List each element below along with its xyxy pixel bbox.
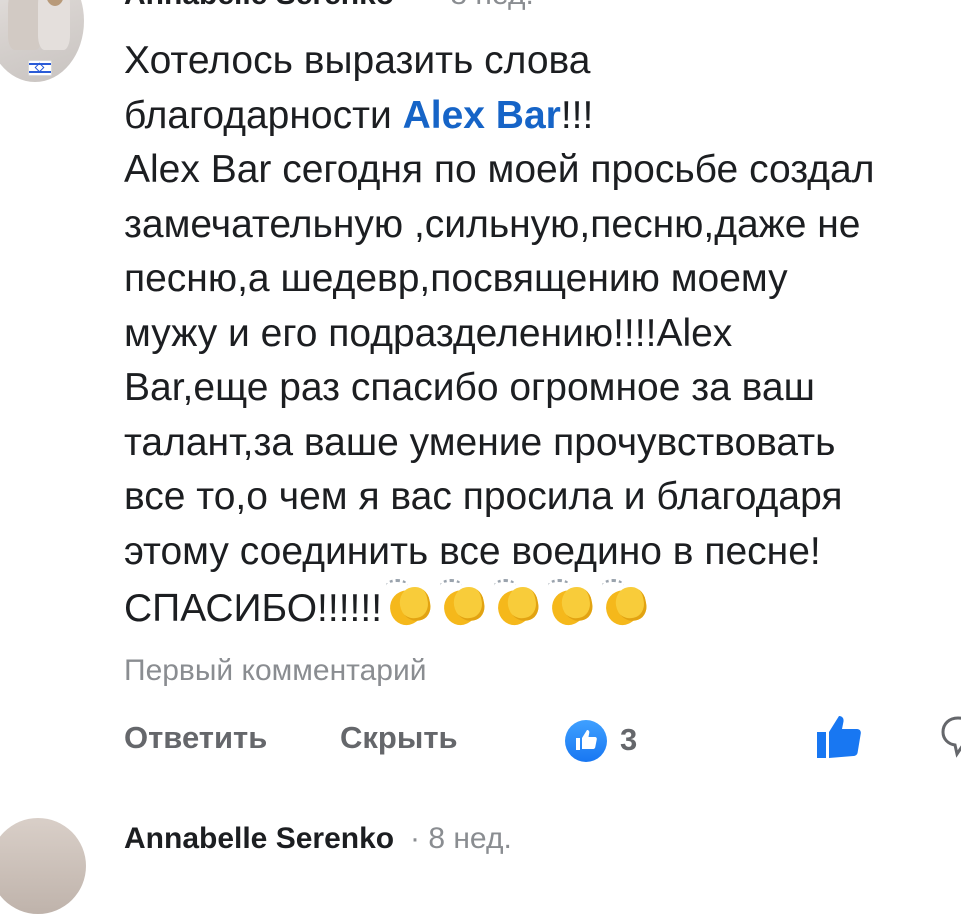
comment-line: этому соединить все воедино в песне! [124, 529, 821, 573]
thumbs-up-icon[interactable] [815, 712, 865, 760]
next-author-name[interactable]: Annabelle Serenko [124, 822, 394, 856]
comment-line: замечательную ,сильную,песню,даже не [124, 202, 861, 246]
comment-line: талант,за ваше умение прочувствовать [124, 420, 836, 464]
comment-line: СПАСИБО!!!!!! [124, 579, 961, 634]
comment-line: Alex Bar сегодня по моей просьбе создал [124, 148, 875, 191]
comment-reply-icon[interactable] [940, 714, 961, 758]
clap-icon [436, 579, 490, 631]
next-author-avatar[interactable] [0, 818, 86, 914]
hide-button[interactable]: Скрыть [340, 720, 458, 756]
comment-line-text: !!! [560, 93, 594, 137]
comment-line: благодарности Alex Bar!!! [124, 89, 961, 144]
clap-icon [544, 579, 598, 631]
clap-icon [490, 579, 544, 631]
like-reaction-icon[interactable] [565, 720, 607, 762]
comment-line: мужу и его подразделению!!!!Alex [124, 311, 733, 355]
comment-line: Хотелось выразить слова [124, 39, 591, 82]
next-comment-timestamp: · 8 нед. [410, 822, 512, 855]
reply-button[interactable]: Ответить [124, 720, 267, 756]
comment-line-text: СПАСИБО!!!!!! [124, 587, 383, 630]
like-count: 3 [620, 722, 638, 757]
author-name[interactable]: Annabelle Serenko [124, 0, 394, 12]
comment-timestamp: · 8 нед. [432, 0, 534, 12]
comment-line: все то,о чем я вас просила и благодаря [124, 475, 843, 518]
comment-line: песню,а шедевр,посвящению моему [124, 257, 788, 300]
first-comment-label: Первый комментарий [124, 654, 427, 687]
comment-line: Bar,еще раз спасибо огромное за ваш [124, 366, 815, 409]
clap-icon [382, 579, 436, 631]
clap-icon [598, 579, 652, 631]
comment-line-text: благодарности [124, 93, 403, 137]
mention-link[interactable]: Alex Bar [403, 94, 561, 137]
comment-text: Хотелось выразить слова благодарности Al… [124, 34, 961, 634]
israel-flag-icon [28, 60, 52, 76]
